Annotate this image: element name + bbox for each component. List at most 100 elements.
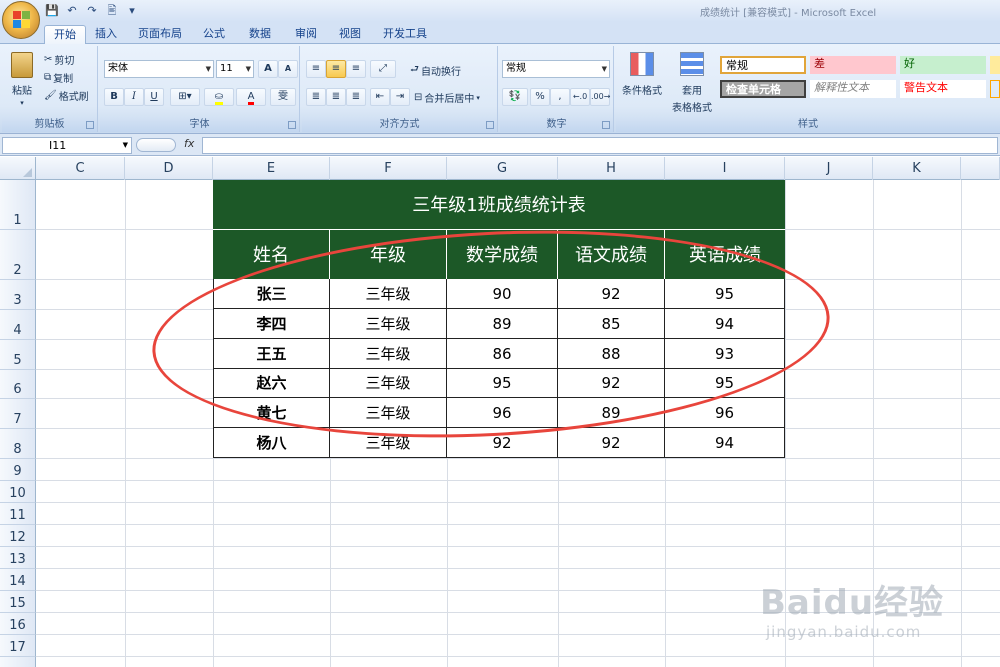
row-header-16[interactable]: 16 xyxy=(0,613,36,635)
row-header-10[interactable]: 10 xyxy=(0,481,36,503)
merge-center-button[interactable]: ⊟ 合并后居中 ▾ xyxy=(414,90,480,105)
tab-review[interactable]: 审阅 xyxy=(290,25,322,44)
column-header-j[interactable]: J xyxy=(785,157,873,180)
dialog-launcher-icon[interactable] xyxy=(288,121,296,129)
percent-button[interactable]: % xyxy=(530,88,550,106)
grow-font-button[interactable]: A xyxy=(258,60,278,78)
header-math[interactable]: 数学成绩 xyxy=(447,229,558,279)
row-header-6[interactable]: 6 xyxy=(0,370,36,399)
tab-view[interactable]: 视图 xyxy=(334,25,366,44)
underline-button[interactable]: U xyxy=(144,88,164,106)
row-header-17[interactable]: 17 xyxy=(0,635,36,657)
insert-function-icon[interactable]: fx xyxy=(184,137,194,150)
cell-math[interactable]: 89 xyxy=(447,309,558,339)
column-header-e[interactable]: E xyxy=(213,157,330,180)
style-neutral[interactable] xyxy=(990,56,1000,74)
align-right-button[interactable]: ≣ xyxy=(346,88,366,106)
header-grade[interactable]: 年级 xyxy=(330,229,447,279)
tab-home[interactable]: 开始 xyxy=(44,25,86,44)
decrease-indent-button[interactable]: ⇤ xyxy=(370,88,390,106)
cell-math[interactable]: 86 xyxy=(447,339,558,369)
select-all-button[interactable] xyxy=(0,157,36,180)
column-header-k[interactable]: K xyxy=(873,157,961,180)
cell-name[interactable]: 赵六 xyxy=(213,369,330,398)
row-header-4[interactable]: 4 xyxy=(0,310,36,340)
cut-button[interactable]: ✂ 剪切 xyxy=(44,52,74,67)
row-header-15[interactable]: 15 xyxy=(0,591,36,613)
dialog-launcher-icon[interactable] xyxy=(486,121,494,129)
format-painter-button[interactable]: 🖌 格式刷 xyxy=(44,88,89,103)
office-button[interactable] xyxy=(2,1,40,39)
row-header-8[interactable]: 8 xyxy=(0,429,36,459)
cell-name[interactable]: 杨八 xyxy=(213,428,330,458)
style-warning[interactable]: 警告文本 xyxy=(900,80,986,98)
align-top-button[interactable]: ≡ xyxy=(306,60,326,78)
cell-english[interactable]: 95 xyxy=(665,279,785,309)
table-title[interactable]: 三年级1班成绩统计表 xyxy=(213,180,785,229)
copy-button[interactable]: ⧉ 复制 xyxy=(44,70,73,85)
cell-math[interactable]: 96 xyxy=(447,398,558,428)
style-bad[interactable]: 差 xyxy=(810,56,896,74)
increase-indent-button[interactable]: ⇥ xyxy=(390,88,410,106)
cell-name[interactable]: 李四 xyxy=(213,309,330,339)
cell-english[interactable]: 96 xyxy=(665,398,785,428)
cell-name[interactable]: 张三 xyxy=(213,279,330,309)
undo-icon[interactable]: ↶ xyxy=(64,4,80,18)
align-left-button[interactable]: ≣ xyxy=(306,88,326,106)
cell-grade[interactable]: 三年级 xyxy=(330,369,447,398)
row-header-3[interactable]: 3 xyxy=(0,280,36,310)
column-header-f[interactable]: F xyxy=(330,157,447,180)
cell-grade[interactable]: 三年级 xyxy=(330,398,447,428)
style-linked-cell[interactable] xyxy=(990,80,1000,98)
cell-math[interactable]: 92 xyxy=(447,428,558,458)
formula-input[interactable] xyxy=(202,137,998,154)
number-format-select[interactable]: 常规 ▼ xyxy=(502,60,610,78)
row-header-11[interactable]: 11 xyxy=(0,503,36,525)
cell-chinese[interactable]: 88 xyxy=(558,339,665,369)
tab-developer[interactable]: 开发工具 xyxy=(378,25,432,44)
style-good[interactable]: 好 xyxy=(900,56,986,74)
redo-icon[interactable]: ↷ xyxy=(84,4,100,18)
name-box[interactable]: I11 ▼ xyxy=(2,137,132,154)
row-header-9[interactable]: 9 xyxy=(0,459,36,481)
cell-chinese[interactable]: 85 xyxy=(558,309,665,339)
tab-formulas[interactable]: 公式 xyxy=(198,25,230,44)
bold-button[interactable]: B xyxy=(104,88,124,106)
row-header-7[interactable]: 7 xyxy=(0,399,36,429)
column-header-h[interactable]: H xyxy=(558,157,665,180)
column-header-g[interactable]: G xyxy=(447,157,558,180)
shrink-font-button[interactable]: A xyxy=(278,60,298,78)
save-icon[interactable]: 💾 xyxy=(44,4,60,18)
column-header-i[interactable]: I xyxy=(665,157,785,180)
format-as-table-button[interactable]: 套用 表格格式 xyxy=(666,52,718,114)
cell-name[interactable]: 王五 xyxy=(213,339,330,369)
cell-english[interactable]: 95 xyxy=(665,369,785,398)
cell-math[interactable]: 95 xyxy=(447,369,558,398)
cell-chinese[interactable]: 92 xyxy=(558,428,665,458)
cell-chinese[interactable]: 92 xyxy=(558,369,665,398)
column-header-d[interactable]: D xyxy=(125,157,213,180)
expand-formula-icon[interactable] xyxy=(136,138,176,152)
increase-decimal-button[interactable]: ←.0 xyxy=(570,88,590,106)
row-header-2[interactable]: 2 xyxy=(0,230,36,280)
align-center-button[interactable]: ≣ xyxy=(326,88,346,106)
dialog-launcher-icon[interactable] xyxy=(86,121,94,129)
header-name[interactable]: 姓名 xyxy=(213,229,330,279)
style-check-cell[interactable]: 检查单元格 xyxy=(720,80,806,98)
italic-button[interactable]: I xyxy=(124,88,144,106)
header-chinese[interactable]: 语文成绩 xyxy=(558,229,665,279)
style-explanatory[interactable]: 解释性文本 xyxy=(810,80,896,98)
column-header-c[interactable]: C xyxy=(36,157,125,180)
row-header-12[interactable]: 12 xyxy=(0,525,36,547)
cell-english[interactable]: 93 xyxy=(665,339,785,369)
border-button[interactable]: ⊞▾ xyxy=(170,88,200,106)
row-header-14[interactable]: 14 xyxy=(0,569,36,591)
cell-grade[interactable]: 三年级 xyxy=(330,309,447,339)
paste-button[interactable]: 粘贴 ▾ xyxy=(8,52,36,107)
row-header-1[interactable]: 1 xyxy=(0,180,36,230)
tab-insert[interactable]: 插入 xyxy=(90,25,122,44)
qat-customize-icon[interactable]: ▾ xyxy=(124,4,140,18)
font-size-select[interactable]: 11 ▼ xyxy=(216,60,254,78)
font-name-select[interactable]: 宋体 ▼ xyxy=(104,60,214,78)
tab-page-layout[interactable]: 页面布局 xyxy=(134,25,186,44)
